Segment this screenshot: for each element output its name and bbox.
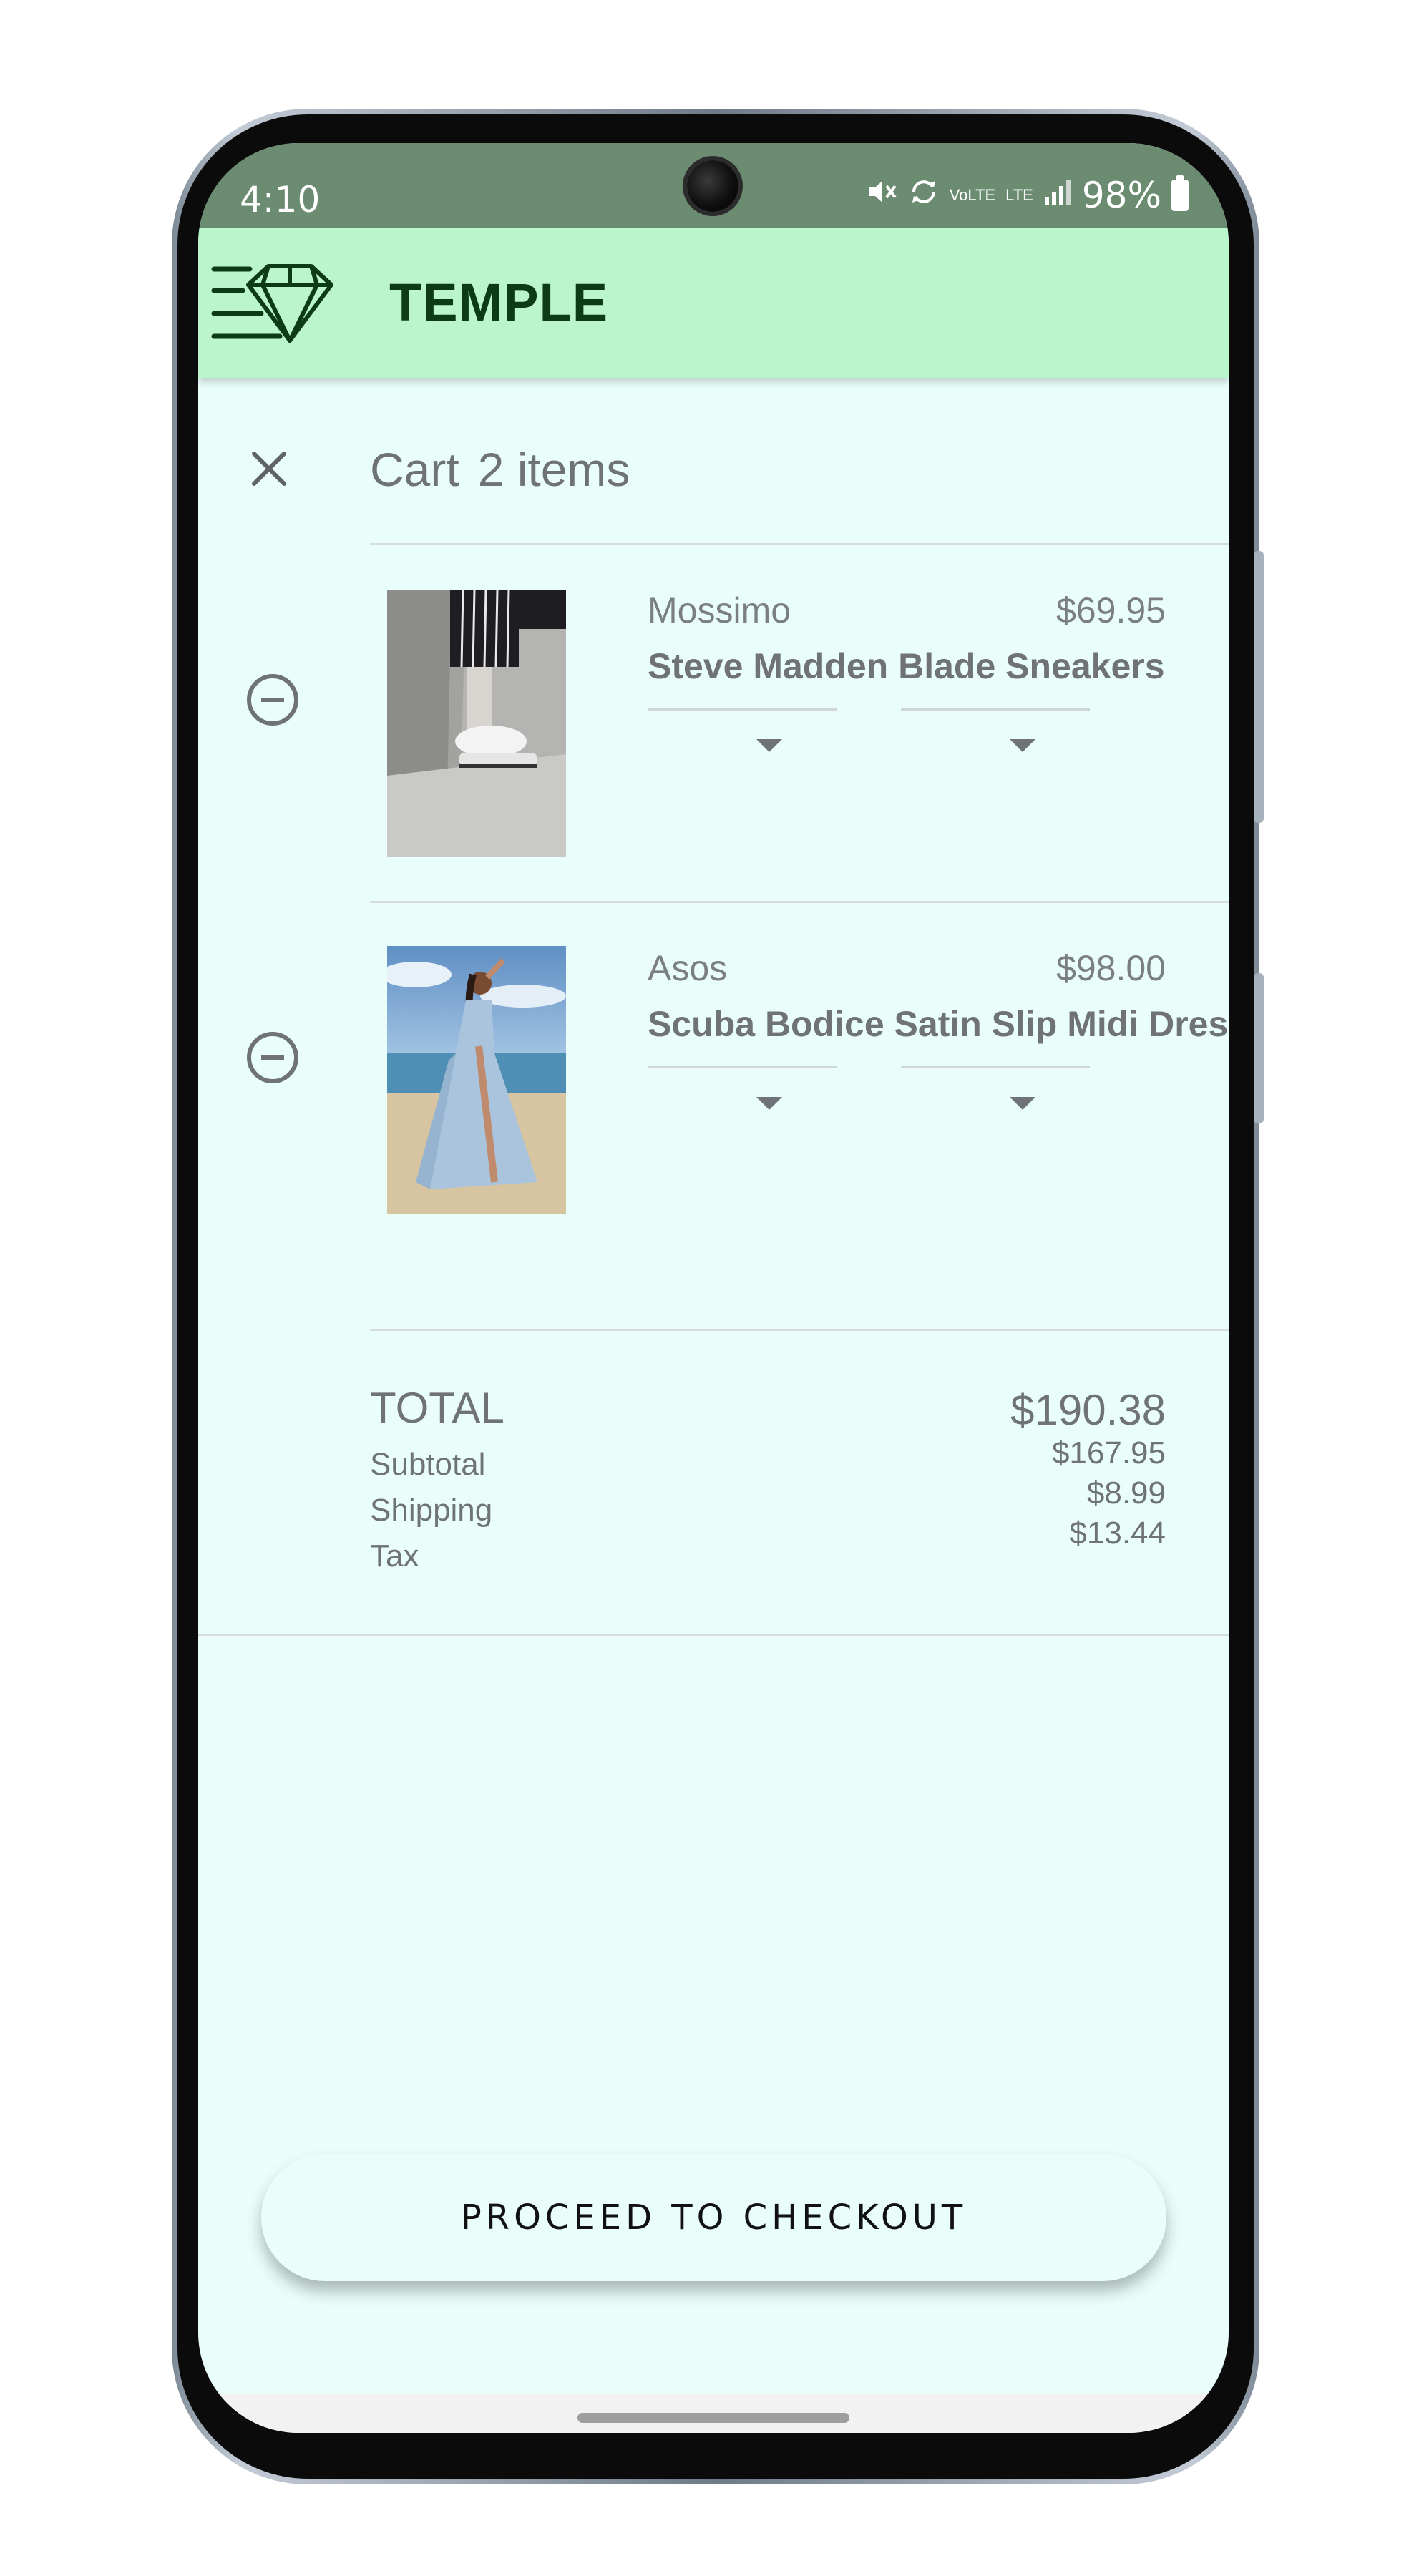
sneakers-photo <box>387 590 566 857</box>
app-screen: 4:10 VoLTE LTE 98% TEMPLE Cart 2 items M… <box>198 143 1229 2433</box>
quantity-select[interactable] <box>901 708 1090 762</box>
item-brand: Asos <box>648 948 728 988</box>
total-label: TOTAL <box>370 1384 504 1432</box>
remove-circle-icon[interactable] <box>244 671 301 728</box>
diamond-menu-icon[interactable] <box>211 262 336 344</box>
item-price: $69.95 <box>1056 590 1166 630</box>
mute-icon <box>867 176 898 215</box>
cart-title-label: Cart <box>370 443 459 496</box>
app-bar: TEMPLE <box>198 228 1229 378</box>
shipping-value: $8.99 <box>1086 1475 1166 1511</box>
remove-circle-icon[interactable] <box>244 1029 301 1086</box>
battery-percent: 98% <box>1081 175 1161 216</box>
sync-icon <box>908 176 940 215</box>
subtotal-label: Subtotal <box>370 1447 486 1482</box>
total-value: $190.38 <box>1010 1386 1166 1434</box>
size-select[interactable] <box>648 708 837 762</box>
cart-item: Asos $98.00 Scuba Bodice Satin Slip Midi… <box>198 902 1229 1259</box>
summary-bottom-divider <box>198 1634 1229 1636</box>
proceed-to-checkout-button[interactable]: PROCEED TO CHECKOUT <box>261 2154 1166 2281</box>
dropdown-arrow-icon <box>756 1097 782 1110</box>
item-price: $98.00 <box>1056 948 1166 988</box>
volume-button <box>1254 973 1264 1123</box>
shipping-label: Shipping <box>370 1493 493 1528</box>
status-time: 4:10 <box>240 179 321 220</box>
item-name: Steve Madden Blade Sneakers <box>648 646 1165 686</box>
front-camera <box>687 160 738 212</box>
signal-icon <box>1043 177 1072 213</box>
battery-icon <box>1171 175 1189 211</box>
home-indicator[interactable] <box>577 2413 849 2423</box>
volte-indicator: VoLTE <box>949 186 996 204</box>
size-select[interactable] <box>648 1066 837 1120</box>
tax-value: $13.44 <box>1069 1516 1166 1551</box>
status-icons: VoLTE LTE 98% <box>867 175 1189 216</box>
dropdown-arrow-icon <box>1010 739 1035 752</box>
power-button <box>1254 551 1264 823</box>
subtotal-value: $167.95 <box>1051 1435 1166 1470</box>
app-title: TEMPLE <box>389 273 609 332</box>
dropdown-arrow-icon <box>1010 1097 1035 1110</box>
dress-photo <box>387 946 566 1214</box>
status-bar: 4:10 VoLTE LTE 98% <box>198 143 1229 228</box>
quantity-select[interactable] <box>901 1066 1090 1120</box>
lte-indicator: LTE <box>1005 186 1033 204</box>
item-brand: Mossimo <box>648 590 791 630</box>
cart-item: Mossimo $69.95 Steve Madden Blade Sneake… <box>198 544 1229 902</box>
tax-label: Tax <box>370 1538 419 1574</box>
cart-title: Cart 2 items <box>370 442 648 497</box>
dropdown-arrow-icon <box>756 739 782 752</box>
item-name: Scuba Bodice Satin Slip Midi Dress <box>648 1004 1229 1044</box>
cart-item-count: 2 items <box>477 443 630 496</box>
summary-divider <box>370 1329 1229 1331</box>
close-icon[interactable] <box>244 444 294 494</box>
